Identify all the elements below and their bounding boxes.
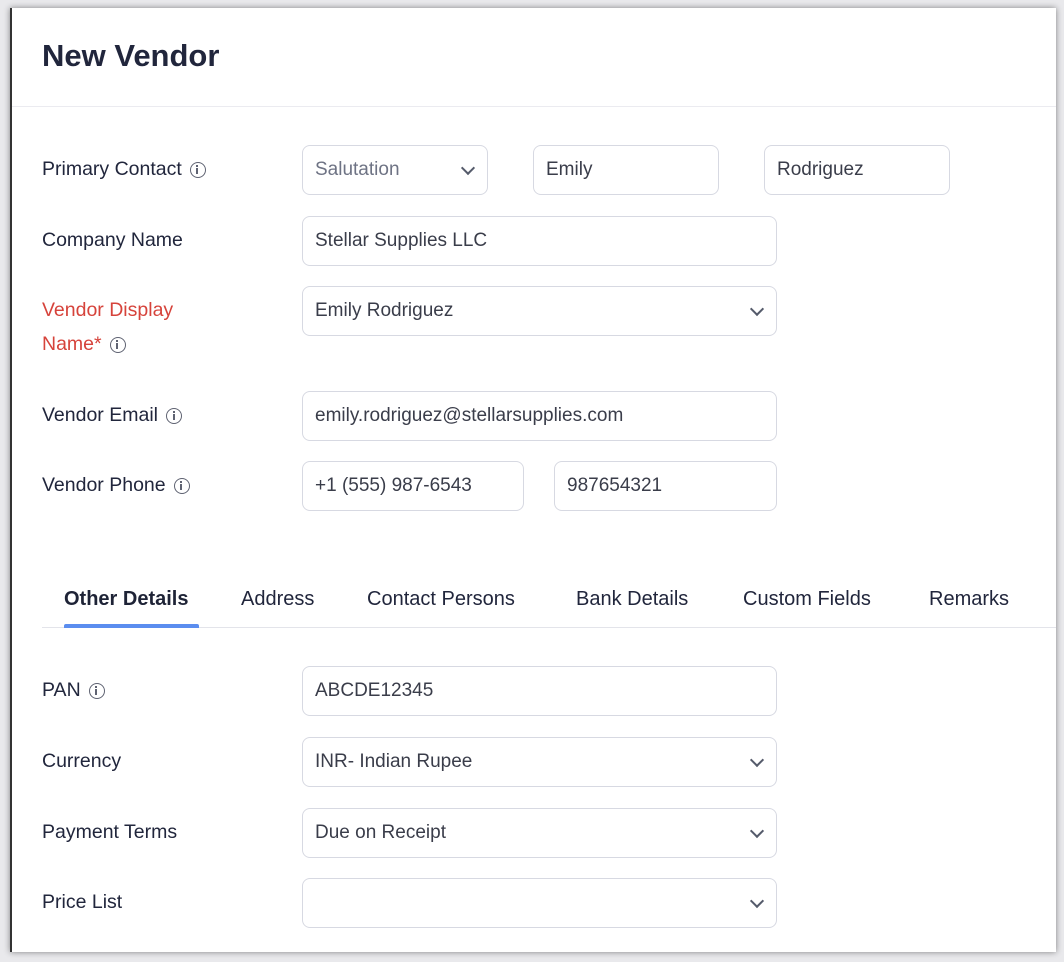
phone-label-text: Vendor Phone	[42, 474, 166, 496]
display-name-select[interactable]: Emily Rodriguez	[302, 286, 777, 336]
tab-address[interactable]: Address	[241, 588, 314, 611]
primary-contact-label: Primary Contact	[42, 158, 206, 181]
primary-contact-label-text: Primary Contact	[42, 158, 182, 180]
payment-terms-value: Due on Receipt	[315, 822, 446, 843]
display-name-label-line1: Vendor Display	[42, 299, 174, 321]
pan-input[interactable]: ABCDE12345	[302, 666, 777, 716]
currency-select[interactable]: INR- Indian Rupee	[302, 737, 777, 787]
salutation-placeholder: Salutation	[315, 159, 400, 180]
info-icon[interactable]	[173, 477, 190, 494]
active-tab-indicator	[64, 624, 199, 628]
info-icon[interactable]	[88, 682, 105, 699]
email-label: Vendor Email	[42, 404, 182, 427]
salutation-select[interactable]: Salutation	[302, 145, 488, 195]
currency-label: Currency	[42, 750, 122, 772]
page-title: New Vendor	[42, 38, 220, 73]
payment-terms-select[interactable]: Due on Receipt	[302, 808, 777, 858]
header-divider	[12, 106, 1056, 107]
price-list-label: Price List	[42, 891, 123, 913]
chevron-down-icon	[749, 893, 765, 909]
info-icon[interactable]	[109, 336, 126, 353]
chevron-down-icon	[749, 301, 765, 317]
first-name-input[interactable]: Emily	[533, 145, 719, 195]
pan-label-text: PAN	[42, 679, 81, 701]
info-icon[interactable]	[165, 407, 182, 424]
phone-label: Vendor Phone	[42, 474, 190, 497]
chevron-down-icon	[460, 160, 476, 176]
display-name-label-line2: Name*	[42, 333, 126, 356]
tab-remarks[interactable]: Remarks	[929, 588, 1009, 611]
currency-value: INR- Indian Rupee	[315, 751, 473, 772]
company-name-label: Company Name	[42, 229, 183, 251]
work-phone-input[interactable]: +1 (555) 987-6543	[302, 461, 524, 511]
tab-other-details[interactable]: Other Details	[64, 588, 188, 611]
pan-label: PAN	[42, 679, 105, 702]
email-input[interactable]: emily.rodriguez@stellarsupplies.com	[302, 391, 777, 441]
tab-custom-fields[interactable]: Custom Fields	[743, 588, 871, 611]
chevron-down-icon	[749, 823, 765, 839]
mobile-phone-input[interactable]: 987654321	[554, 461, 777, 511]
email-label-text: Vendor Email	[42, 404, 158, 426]
last-name-input[interactable]: Rodriguez	[764, 145, 950, 195]
tab-contact-persons[interactable]: Contact Persons	[367, 588, 515, 611]
info-icon[interactable]	[189, 161, 206, 178]
display-name-label-text: Name*	[42, 333, 102, 355]
payment-terms-label: Payment Terms	[42, 821, 178, 843]
company-name-input[interactable]: Stellar Supplies LLC	[302, 216, 777, 266]
display-name-value: Emily Rodriguez	[315, 300, 454, 321]
tab-bank-details[interactable]: Bank Details	[576, 588, 688, 611]
new-vendor-window: New Vendor Primary Contact Salutation Em…	[10, 8, 1056, 952]
chevron-down-icon	[749, 752, 765, 768]
price-list-select[interactable]	[302, 878, 777, 928]
